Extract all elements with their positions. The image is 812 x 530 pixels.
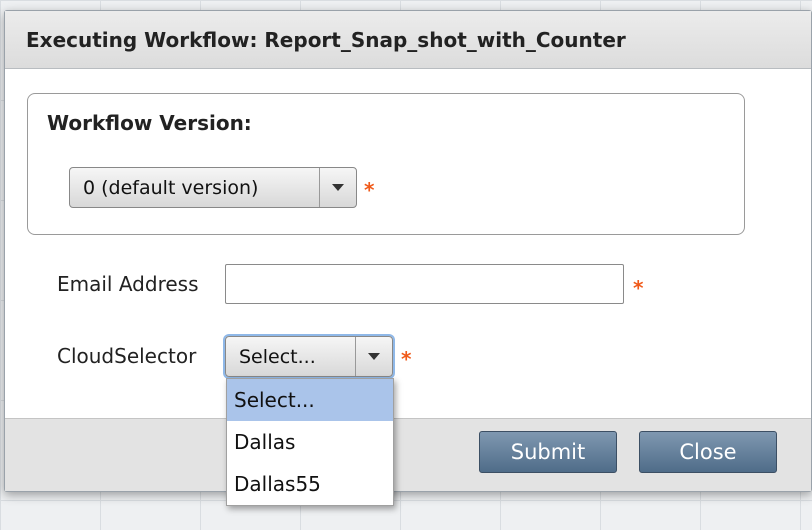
- close-button[interactable]: Close: [639, 431, 777, 473]
- chevron-down-icon[interactable]: [355, 337, 392, 376]
- email-field[interactable]: [225, 264, 624, 304]
- dialog-footer: Submit Close: [5, 418, 811, 491]
- workflow-version-group: Workflow Version: 0 (default version) *: [27, 93, 745, 235]
- cloud-selector-dropdown: Select... Dallas Dallas55: [226, 378, 394, 506]
- workflow-version-legend: Workflow Version:: [47, 111, 252, 135]
- cloud-selector-label: CloudSelector: [57, 344, 197, 368]
- dropdown-option[interactable]: Dallas55: [227, 463, 393, 505]
- submit-button[interactable]: Submit: [479, 431, 617, 473]
- cloud-selector-value: Select...: [239, 345, 316, 368]
- execute-workflow-dialog: Executing Workflow: Report_Snap_shot_wit…: [4, 10, 812, 506]
- chevron-down-icon[interactable]: [319, 168, 356, 207]
- required-asterisk-icon: *: [401, 347, 412, 371]
- email-label: Email Address: [57, 272, 199, 296]
- workflow-version-value: 0 (default version): [83, 176, 259, 199]
- dropdown-option[interactable]: Dallas: [227, 421, 393, 463]
- dropdown-option[interactable]: Select...: [227, 379, 393, 421]
- required-asterisk-icon: *: [633, 276, 644, 300]
- required-asterisk-icon: *: [364, 178, 375, 202]
- dialog-header: Executing Workflow: Report_Snap_shot_wit…: [5, 11, 811, 69]
- cloud-selector-select[interactable]: Select...: [225, 336, 393, 377]
- workflow-version-select[interactable]: 0 (default version): [69, 167, 357, 208]
- dialog-title: Executing Workflow: Report_Snap_shot_wit…: [26, 28, 626, 52]
